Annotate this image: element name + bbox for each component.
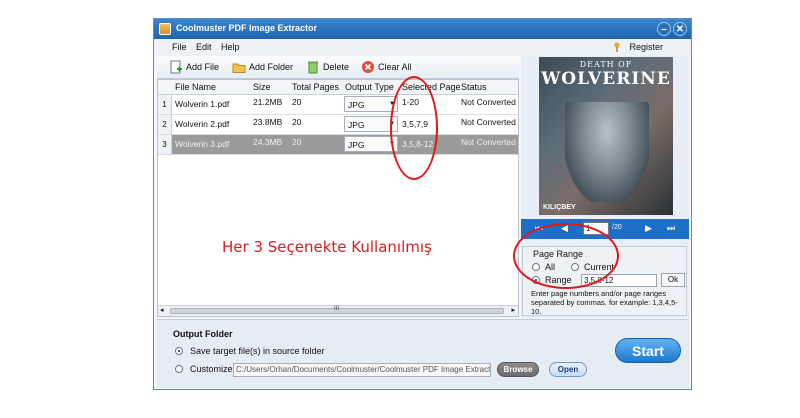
table-row-selected[interactable]: 3 Wolverin 3.pdf 24.3MB 20 JPG ▼ 3,5,8-12… xyxy=(158,135,518,155)
size-cell: 21.2MB xyxy=(253,97,283,107)
cover-preview-image: DEATH OF WOLVERINE KILIÇBEY xyxy=(539,57,673,215)
status-cell: Not Converted xyxy=(461,97,516,107)
clear-all-label: Clear All xyxy=(378,62,412,72)
row-number: 1 xyxy=(158,95,172,114)
status-cell: Not Converted xyxy=(461,117,516,127)
scroll-grip: III xyxy=(334,306,340,312)
cover-title: WOLVERINE xyxy=(541,69,671,89)
menu-bar: File Edit Help Register xyxy=(154,39,691,56)
add-folder-button[interactable]: Add Folder xyxy=(232,59,293,75)
total-pages-cell: 20 xyxy=(292,137,302,147)
add-folder-label: Add Folder xyxy=(249,62,294,72)
open-button[interactable]: Open xyxy=(549,362,587,377)
menu-edit[interactable]: Edit xyxy=(196,42,212,52)
horizontal-scrollbar[interactable]: ◂ III ▸ xyxy=(158,305,518,316)
add-file-label: Add File xyxy=(186,62,220,72)
radio-save-source[interactable] xyxy=(175,347,183,355)
folder-icon xyxy=(232,63,246,73)
table-header: File Name Size Total Pages Output Type S… xyxy=(158,80,518,95)
header-total-pages[interactable]: Total Pages xyxy=(292,82,339,92)
total-pages-cell: 20 xyxy=(292,97,302,107)
window-title: Coolmuster PDF Image Extractor xyxy=(176,23,318,33)
clear-icon xyxy=(362,61,374,73)
app-window: Coolmuster PDF Image Extractor – ✕ File … xyxy=(153,18,692,390)
table-row[interactable]: 2 Wolverin 2.pdf 23.8MB 20 JPG ▼ 3,5,7,9 … xyxy=(158,115,518,135)
row-number: 2 xyxy=(158,115,172,134)
clear-all-button[interactable]: Clear All xyxy=(361,59,412,75)
register-link[interactable]: Register xyxy=(629,42,663,52)
output-folder-title: Output Folder xyxy=(173,329,233,339)
output-path-input[interactable]: C:/Users/Orhan/Documents/Coolmuster/Cool… xyxy=(233,363,491,377)
start-button[interactable]: Start xyxy=(615,338,681,363)
file-table: File Name Size Total Pages Output Type S… xyxy=(157,79,519,317)
annotation-circle-page-range xyxy=(513,223,619,289)
ok-button[interactable]: Ok xyxy=(661,273,685,287)
minimize-button[interactable]: – xyxy=(657,22,671,36)
add-file-button[interactable]: Add File xyxy=(169,59,219,75)
file-name-cell: Wolverin 3.pdf xyxy=(175,139,230,149)
output-type-value: JPG xyxy=(348,140,365,150)
table-row[interactable]: 1 Wolverin 1.pdf 21.2MB 20 JPG ▼ 1-20 Not… xyxy=(158,95,518,115)
cover-artwork xyxy=(565,102,649,202)
delete-label: Delete xyxy=(323,62,350,72)
status-cell: Not Converted xyxy=(461,137,516,147)
header-output-type[interactable]: Output Type xyxy=(345,82,394,92)
file-name-cell: Wolverin 2.pdf xyxy=(175,119,230,129)
menu-help[interactable]: Help xyxy=(221,42,240,52)
header-file-name[interactable]: File Name xyxy=(175,82,216,92)
add-file-icon xyxy=(170,60,182,74)
output-type-select[interactable]: JPG ▼ xyxy=(344,96,398,112)
size-cell: 23.8MB xyxy=(253,117,283,127)
page-total: /20 xyxy=(612,224,622,231)
range-hint: Enter page numbers and/or page ranges se… xyxy=(531,289,678,316)
scroll-right-icon[interactable]: ▸ xyxy=(511,306,515,314)
next-page-icon[interactable]: ▶ xyxy=(645,223,652,234)
key-icon xyxy=(614,42,620,52)
output-type-value: JPG xyxy=(348,120,365,130)
cover-author: KILIÇBEY xyxy=(543,204,576,211)
customize-label[interactable]: Customize xyxy=(190,364,233,374)
file-name-cell: Wolverin 1.pdf xyxy=(175,99,230,109)
cover-top-text: DEATH OF xyxy=(579,60,633,69)
title-bar[interactable]: Coolmuster PDF Image Extractor – ✕ xyxy=(154,19,691,39)
total-pages-cell: 20 xyxy=(292,117,302,127)
row-number: 3 xyxy=(158,135,172,154)
toolbar: Add File Add Folder Delete Clear All xyxy=(157,56,519,79)
output-folder-panel: Output Folder Save target file(s) in sou… xyxy=(157,319,689,388)
browse-button[interactable]: Browse xyxy=(497,362,539,377)
size-cell: 24.3MB xyxy=(253,137,283,147)
trash-icon xyxy=(308,61,318,74)
close-button[interactable]: ✕ xyxy=(673,22,687,36)
save-source-label[interactable]: Save target file(s) in source folder xyxy=(190,346,325,356)
last-page-icon[interactable]: ⏭ xyxy=(667,223,675,234)
header-status[interactable]: Status xyxy=(461,82,487,92)
menu-file[interactable]: File xyxy=(172,42,187,52)
scroll-left-icon[interactable]: ◂ xyxy=(160,306,164,314)
annotation-text: Her 3 Seçenekte Kullanılmış xyxy=(222,238,432,256)
radio-customize[interactable] xyxy=(175,365,183,373)
output-type-value: JPG xyxy=(348,100,365,110)
delete-button[interactable]: Delete xyxy=(306,59,349,75)
annotation-circle-selected-page xyxy=(390,76,438,180)
app-icon xyxy=(159,23,171,35)
header-size[interactable]: Size xyxy=(253,82,271,92)
